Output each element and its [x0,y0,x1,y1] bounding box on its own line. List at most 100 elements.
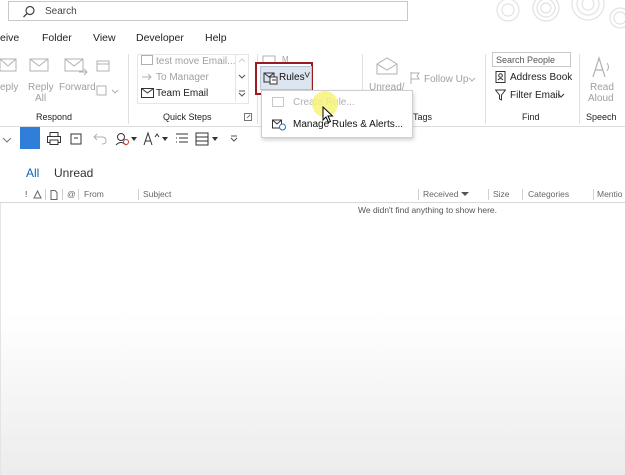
read-aloud-icon[interactable] [590,55,612,79]
message-list[interactable] [0,203,625,475]
font-size-icon[interactable] [143,131,161,147]
speech-group-label: Speech [586,112,617,122]
forward-icon[interactable] [63,56,89,76]
create-rule-icon [272,97,284,107]
unread-icon[interactable] [375,56,399,76]
column-separator [138,189,139,200]
ribbon-divider [485,54,486,124]
dropdown-caret-icon[interactable] [131,137,137,142]
ribbon-divider [128,54,129,124]
tags-group-label: Tags [413,112,433,122]
filter-caret-icon[interactable] [557,93,565,99]
column-mentions[interactable]: Mentio [597,189,623,199]
menu-view[interactable]: View [93,32,116,44]
reply-all-label-2[interactable]: All [35,93,46,104]
decorative-circles-icon [496,0,625,29]
column-separator [522,189,523,200]
toolbar-arrow-icon[interactable] [2,136,12,144]
pane-border [0,203,1,475]
more-respond-icon[interactable] [96,84,120,98]
column-separator [593,189,594,200]
search-box[interactable]: Search [8,1,408,21]
find-group-label: Find [522,112,540,122]
column-separator [488,189,489,200]
filter-tabs: All Unread [0,160,625,186]
respond-group: eply Reply All Forward Respond [0,50,126,126]
quick-step-manager-icon [142,73,152,81]
reply-icon[interactable] [0,56,18,76]
manage-rules-menu-item[interactable]: Manage Rules & Alerts... [293,119,403,130]
empty-message: We didn't find anything to show here. [358,205,497,215]
forward-label[interactable]: Forward [59,82,96,93]
quick-step-item-team[interactable]: Team Email [156,88,208,99]
menu-folder[interactable]: Folder [42,32,72,44]
aloud-label[interactable]: Aloud [588,93,614,104]
address-book-icon [495,71,506,83]
column-categories[interactable]: Categories [528,189,569,199]
reminder-icon[interactable] [33,190,42,199]
quick-step-item-move[interactable]: test move Email... [156,56,235,67]
column-subject[interactable]: Subject [143,189,171,199]
rules-caret: ˅ [304,70,311,82]
filter-icon [495,89,506,101]
column-from[interactable]: From [84,189,104,199]
column-separator [78,189,79,200]
filter-email-button[interactable]: Filter Email [510,90,560,101]
dialog-launcher-icon[interactable] [244,113,252,121]
customize-toolbar-icon[interactable] [230,135,238,143]
reply-all-label-1[interactable]: Reply [28,82,54,93]
view-icon[interactable] [195,132,209,146]
dropdown-caret-icon[interactable] [212,137,218,142]
rules-dropdown-menu: Create Rule... Manage Rules & Alerts... [261,90,413,138]
column-separator [45,189,46,200]
contact-icon[interactable] [115,132,129,146]
search-input[interactable]: Search [45,6,77,17]
address-book-button[interactable]: Address Book [510,72,572,83]
send-receive-button[interactable] [20,127,40,149]
tab-unread[interactable]: Unread [54,166,93,180]
menu-developer[interactable]: Developer [136,32,184,44]
follow-up-caret-icon[interactable] [468,77,476,83]
attach-icon[interactable] [70,132,84,146]
column-separator [62,189,63,200]
menu-receive[interactable]: eive [0,32,19,44]
tab-all[interactable]: All [26,166,39,180]
rules-icon [263,72,278,85]
icon-column-icon[interactable] [50,190,58,200]
sort-descending-icon[interactable] [461,192,469,197]
quick-steps-scroll[interactable] [235,54,248,102]
chevron-down-icon[interactable] [238,74,246,80]
rules-button[interactable]: Rules ˅ [260,66,312,90]
mouse-cursor-icon [322,106,334,124]
flag-icon[interactable] [410,72,420,84]
reply-label[interactable]: eply [0,82,18,93]
column-size[interactable]: Size [493,189,510,199]
menu-bar: eive Folder View Developer Help [0,30,625,48]
respond-group-label: Respond [36,112,73,122]
column-received[interactable]: Received [423,189,458,199]
search-people-box[interactable]: Search People [492,52,571,67]
search-people-input[interactable]: Search People [496,55,555,65]
quick-steps-group-label: Quick Steps [163,112,212,122]
list-icon[interactable] [175,132,189,146]
print-icon[interactable] [47,132,61,145]
expand-gallery-icon[interactable] [238,89,246,97]
chevron-up-icon[interactable] [238,57,246,63]
rules-label[interactable]: Rules [279,72,305,83]
column-separator [418,189,419,200]
quick-steps-group: test move Email... To Manager Team Email… [133,50,255,126]
reply-all-icon[interactable] [28,56,52,76]
quick-step-item-manager[interactable]: To Manager [156,72,209,83]
attachment-icon[interactable]: @ [67,189,76,199]
importance-icon[interactable]: ! [25,189,27,199]
undo-icon[interactable] [93,132,107,145]
search-icon [23,5,35,18]
ribbon-divider [579,54,580,124]
quick-step-move-icon [141,55,153,65]
column-header: ! @ From Subject Received Size Categorie… [0,187,625,203]
read-label[interactable]: Read [590,82,614,93]
menu-help[interactable]: Help [205,32,227,44]
meeting-icon[interactable] [96,59,110,73]
follow-up-label[interactable]: Follow Up [424,74,468,85]
dropdown-caret-icon[interactable] [162,137,168,142]
